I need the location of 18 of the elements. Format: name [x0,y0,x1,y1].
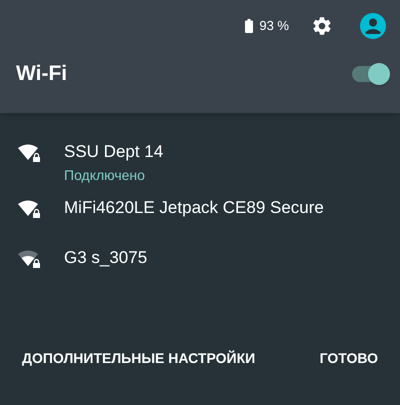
connection-status: Подключено [64,166,146,185]
battery-percentage: 93 % [259,17,289,36]
done-button[interactable]: ГОТОВО [312,340,386,377]
wifi-toggle[interactable] [352,66,388,82]
wifi-lock-icon [17,249,41,269]
network-item[interactable]: G3 s_3075 [0,247,400,297]
more-settings-button[interactable]: ДОПОЛНИТЕЛЬНЫЕ НАСТРОЙКИ [14,340,264,377]
battery-icon [245,19,254,33]
network-name: MiFi4620LE Jetpack CE89 Secure [64,197,324,219]
network-item[interactable]: SSU Dept 14 Подключено [0,141,400,197]
wifi-lock-icon [17,143,41,163]
network-name: SSU Dept 14 [64,141,164,163]
settings-icon[interactable] [311,15,333,37]
account-icon[interactable] [360,13,386,39]
wifi-lock-icon [17,199,41,219]
wifi-title: Wi-Fi [16,61,68,87]
network-name: G3 s_3075 [64,247,148,269]
network-item[interactable]: MiFi4620LE Jetpack CE89 Secure [0,197,400,247]
